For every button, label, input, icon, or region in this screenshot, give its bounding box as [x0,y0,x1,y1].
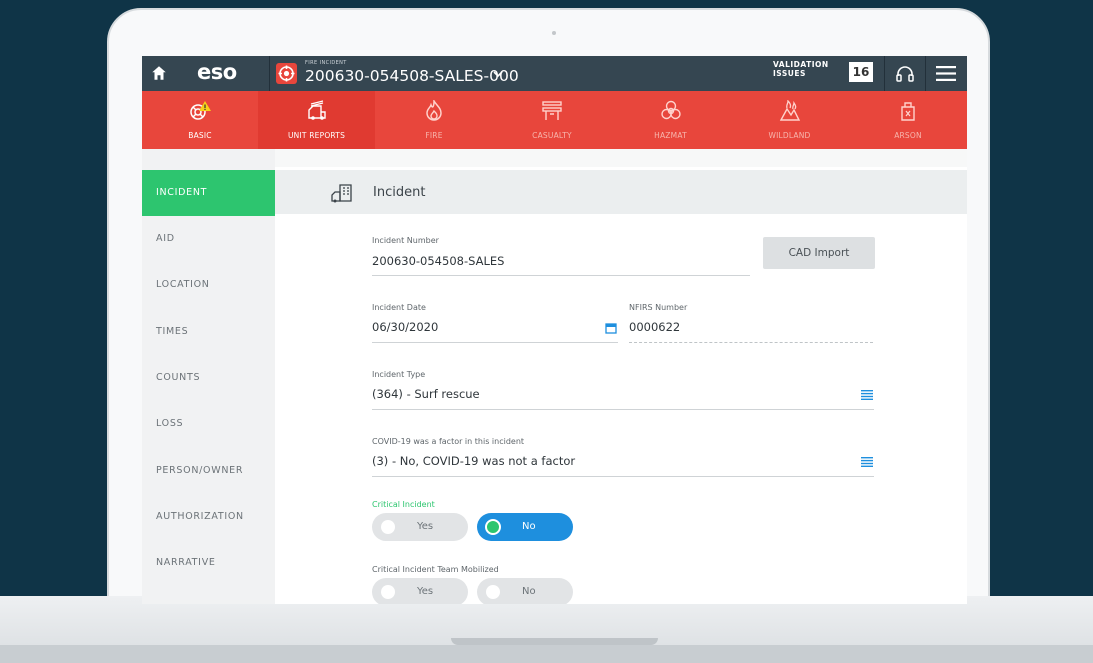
radio-knob [381,520,395,534]
tab-fire-label: FIRE [425,131,443,140]
team-yes-label: Yes [417,586,434,597]
section-title: Incident [373,185,426,200]
divider [925,56,926,91]
tab-wildland-label: WILDLAND [768,131,811,140]
critical-incident-label: Critical Incident [372,500,435,509]
lifebuoy-warning-icon [190,101,211,120]
incident-date-label: Incident Date [372,303,426,312]
tab-wildland[interactable]: WILDLAND [730,91,849,149]
camera-dot [552,31,556,35]
team-mobilized-label: Critical Incident Team Mobilized [372,565,499,574]
tab-hazmat[interactable]: HAZMAT [611,91,730,149]
laptop-base-lip [0,645,1093,663]
tab-unit-reports-label: UNIT REPORTS [287,131,346,140]
divider [269,56,270,91]
team-no-label: No [522,586,536,597]
tab-arson[interactable]: ARSON [849,91,967,149]
critical-incident-yes-toggle[interactable]: Yes [372,513,468,541]
validation-count-badge[interactable]: 16 [849,62,873,82]
incident-title[interactable]: 200630-054508-SALES-000 [305,67,519,85]
sidebar-item-narrative[interactable]: NARRATIVE [142,540,275,586]
fuel-can-icon [901,102,915,121]
main-form-area: Incident Incident Number 200630-054508-S… [275,167,967,604]
radio-knob [486,585,500,599]
cad-import-button[interactable]: CAD Import [763,237,875,269]
critical-no-label: No [522,521,536,532]
sidebar-item-incident[interactable]: INCIDENT [142,170,275,216]
fire-truck-icon [307,100,326,120]
radio-knob-selected [485,519,501,535]
team-mobilized-yes-toggle[interactable]: Yes [372,578,468,604]
incident-type-label: Incident Type [372,370,426,379]
hamburger-menu-icon[interactable] [936,65,956,82]
nfirs-number-value: 0000622 [629,320,681,334]
sidebar-item-aid[interactable]: AID [142,216,275,262]
module-tab-bar: BASIC UNIT REPORTS FIRE CASUALTY HAZMAT … [142,91,967,149]
sidebar-item-times[interactable]: TIMES [142,309,275,355]
tab-arson-label: ARSON [894,131,922,140]
covid-factor-underline [372,476,874,477]
tab-casualty-label: CASUALTY [532,131,572,140]
tab-casualty[interactable]: CASUALTY [493,91,611,149]
headset-icon[interactable] [894,63,916,85]
incident-number-label: Incident Number [372,236,439,245]
list-picker-icon[interactable] [861,390,873,400]
calendar-icon[interactable] [605,322,617,334]
covid-factor-label: COVID-19 was a factor in this incident [372,437,525,446]
covid-factor-select[interactable]: (3) - No, COVID-19 was not a factor [372,454,575,468]
incident-number-underline [372,275,750,276]
section-header: Incident [275,170,967,214]
tab-basic[interactable]: BASIC [142,91,258,149]
tab-basic-label: BASIC [188,131,212,140]
top-bar: eso FIRE INCIDENT 200630-054508-SALES-00… [142,56,967,91]
divider [884,56,885,91]
nfirs-number-label: NFIRS Number [629,303,688,312]
sidebar-item-location[interactable]: LOCATION [142,262,275,308]
section-sidebar: INCIDENT AID LOCATION TIMES COUNTS LOSS … [142,149,275,604]
fire-incident-icon [276,63,297,84]
nfirs-number-underline [629,342,873,343]
incident-date-underline [372,342,618,343]
sidebar-item-counts[interactable]: COUNTS [142,355,275,401]
incident-date-input[interactable]: 06/30/2020 [372,320,438,334]
validation-issues-label[interactable]: VALIDATION ISSUES [773,60,829,78]
app-screen: eso FIRE INCIDENT 200630-054508-SALES-00… [142,56,967,604]
tab-hazmat-label: HAZMAT [654,131,687,140]
radio-knob [381,585,395,599]
tab-unit-reports[interactable]: UNIT REPORTS [258,91,375,149]
laptop-notch [451,638,658,645]
validation-label-line1: VALIDATION [773,60,829,69]
home-icon[interactable] [150,64,168,82]
incident-number-input[interactable]: 200630-054508-SALES [372,254,504,268]
sidebar-item-authorization[interactable]: AUTHORIZATION [142,494,275,540]
stretcher-icon [542,101,562,120]
sidebar-item-person-owner[interactable]: PERSON/OWNER [142,448,275,494]
critical-incident-no-toggle[interactable]: No [477,513,573,541]
wildland-fire-icon [779,100,800,121]
flame-icon [426,100,442,121]
chevron-down-icon[interactable] [492,68,504,80]
tab-fire[interactable]: FIRE [375,91,493,149]
biohazard-icon [660,100,681,120]
incident-kicker: FIRE INCIDENT [305,60,347,66]
team-mobilized-no-toggle[interactable]: No [477,578,573,604]
incident-type-underline [372,409,874,410]
fire-station-icon [331,184,352,203]
eso-logo: eso [197,60,237,84]
validation-label-line2: ISSUES [773,69,806,78]
list-picker-icon[interactable] [861,457,873,467]
sidebar-item-loss[interactable]: LOSS [142,401,275,447]
critical-yes-label: Yes [417,521,434,532]
incident-type-select[interactable]: (364) - Surf rescue [372,387,480,401]
